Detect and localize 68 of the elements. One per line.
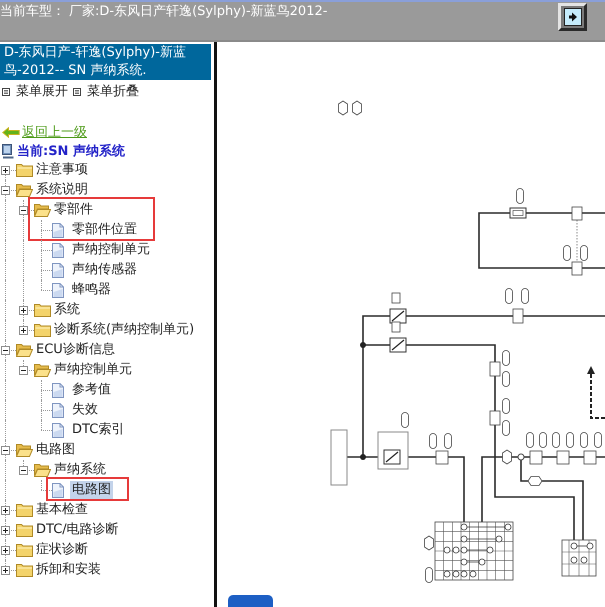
arrow-right-icon bbox=[564, 8, 582, 26]
folder-icon bbox=[16, 503, 33, 517]
back-link[interactable]: 返回上一级 bbox=[2, 122, 87, 142]
toolbar-button[interactable] bbox=[558, 3, 587, 31]
document-icon bbox=[52, 242, 64, 258]
open-folder-icon bbox=[16, 183, 33, 197]
minus-box-icon[interactable] bbox=[19, 366, 28, 375]
tree-item[interactable]: 失效 bbox=[70, 401, 100, 419]
tree-item[interactable]: 注意事项 bbox=[34, 161, 90, 179]
menu-link[interactable]: 菜单折叠 bbox=[73, 83, 139, 101]
tree-item[interactable]: 系统 bbox=[52, 301, 82, 319]
sidebar-header: D-东风日产-轩逸(Sylphy)-新蓝鸟-2012-- SN 声纳系统. bbox=[0, 44, 211, 80]
open-folder-icon bbox=[34, 363, 51, 377]
plus-box-icon[interactable] bbox=[19, 326, 28, 335]
open-folder-icon bbox=[34, 463, 51, 477]
current-model-label: 当前车型： bbox=[0, 3, 65, 21]
tree-item[interactable]: ECU诊断信息 bbox=[34, 341, 117, 359]
document-icon bbox=[52, 482, 64, 498]
document-icon bbox=[52, 222, 64, 238]
minus-box-icon[interactable] bbox=[1, 186, 10, 195]
tree-item[interactable]: 蜂鸣器 bbox=[70, 281, 113, 299]
folder-icon bbox=[16, 163, 33, 177]
left-arrow-icon bbox=[2, 126, 20, 138]
document-icon bbox=[52, 282, 64, 298]
plus-box-icon[interactable] bbox=[19, 306, 28, 315]
menu-link[interactable]: 菜单展开 bbox=[2, 83, 68, 101]
tree-item[interactable]: 零部件位置 bbox=[70, 221, 139, 239]
open-folder-icon bbox=[16, 343, 33, 357]
tree-item[interactable]: 声纳传感器 bbox=[70, 261, 139, 279]
tree-item[interactable]: 症状诊断 bbox=[34, 541, 90, 559]
folder-icon bbox=[16, 563, 33, 577]
tree-item[interactable]: DTC/电路诊断 bbox=[34, 521, 121, 539]
tree-item[interactable]: 声纳系统 bbox=[52, 461, 108, 479]
tree-item[interactable]: 诊断系统(声纳控制单元) bbox=[52, 321, 196, 339]
tree-item[interactable]: 电路图 bbox=[70, 481, 113, 499]
open-folder-icon bbox=[16, 443, 33, 457]
folder-icon bbox=[34, 323, 51, 337]
tree-item[interactable]: 声纳控制单元 bbox=[52, 361, 134, 379]
tree-item[interactable]: 基本检查 bbox=[34, 501, 90, 519]
current-model-value: 厂家:D-东风日产轩逸(Sylphy)-新蓝鸟2012- bbox=[69, 3, 328, 21]
open-folder-icon bbox=[34, 203, 51, 217]
document-icon bbox=[52, 402, 64, 418]
nav-button[interactable] bbox=[228, 595, 273, 607]
current-system-label: 当前:SN 声纳系统 bbox=[17, 142, 125, 160]
minus-box-icon[interactable] bbox=[19, 466, 28, 475]
tree-item[interactable]: DTC索引 bbox=[70, 421, 126, 439]
plus-box-icon[interactable] bbox=[1, 166, 10, 175]
tree-item[interactable]: 拆卸和安装 bbox=[34, 561, 103, 579]
plus-box-icon[interactable] bbox=[1, 526, 10, 535]
minus-box-icon[interactable] bbox=[1, 446, 10, 455]
document-icon bbox=[52, 382, 64, 398]
plus-box-icon[interactable] bbox=[1, 506, 10, 515]
folder-icon bbox=[16, 523, 33, 537]
plus-box-icon[interactable] bbox=[1, 566, 10, 575]
folder-icon bbox=[16, 543, 33, 557]
tree-item[interactable]: 声纳控制单元 bbox=[70, 241, 152, 259]
tree-item[interactable]: 零部件 bbox=[52, 201, 95, 219]
minus-box-icon[interactable] bbox=[1, 346, 10, 355]
computer-icon bbox=[2, 144, 14, 158]
tree-item[interactable]: 系统说明 bbox=[34, 181, 90, 199]
plus-box-icon[interactable] bbox=[1, 546, 10, 555]
tree-item[interactable]: 电路图 bbox=[34, 441, 77, 459]
document-icon bbox=[52, 422, 64, 438]
minus-box-icon[interactable] bbox=[19, 206, 28, 215]
list-icon bbox=[73, 88, 81, 96]
document-icon bbox=[52, 262, 64, 278]
tree-item[interactable]: 参考值 bbox=[70, 381, 113, 399]
folder-icon bbox=[34, 303, 51, 317]
